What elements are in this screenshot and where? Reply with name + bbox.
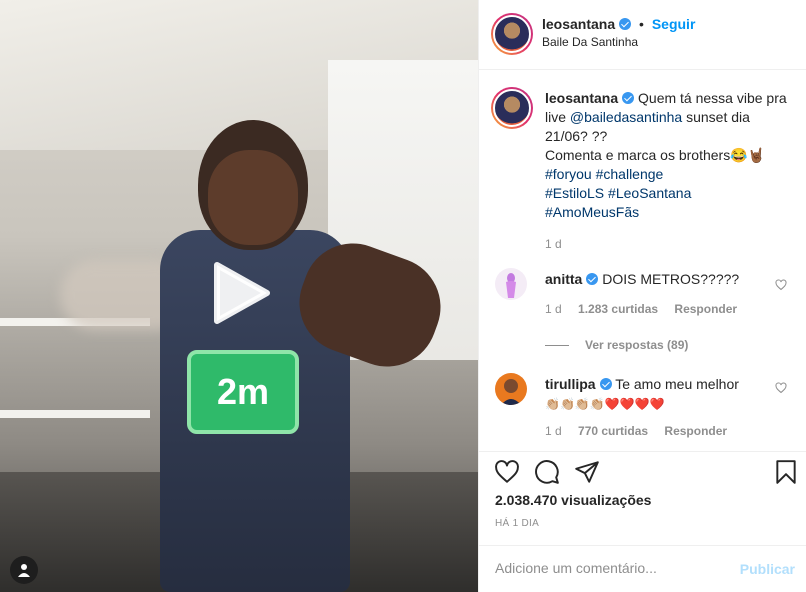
publish-button[interactable]: Publicar [740,561,795,577]
reply-button[interactable]: Responder [664,424,727,438]
verified-icon [619,18,632,30]
caption-time[interactable]: 1 d [545,235,795,254]
caption-username[interactable]: leosantana [545,90,618,106]
verified-icon [622,92,635,104]
comment-input[interactable] [495,560,725,576]
post-time[interactable]: HÁ 1 DIA [495,518,539,529]
avatar[interactable] [495,373,527,405]
post-header: leosantana • Seguir Baile Da Santinha [479,0,806,70]
caption-line: Comenta e marca os brothers😂🤘🏾 [545,147,766,163]
comment-time[interactable]: 1 d [545,302,562,316]
comment-meta: 1 d 770 curtidas Responder [545,424,727,438]
avatar[interactable] [495,268,527,300]
follow-button[interactable]: Seguir [652,16,696,32]
comment: tirullipa Te amo meu melhor 👏🏼👏🏼👏🏼👏🏼❤️❤️… [545,375,775,414]
video-sticker-text: 2m [216,371,270,412]
post-actions: 2.038.470 visualizações HÁ 1 DIA Publica… [479,451,806,592]
comment-icon[interactable] [534,459,560,485]
send-icon[interactable] [574,459,600,485]
bookmark-icon[interactable] [773,459,799,485]
header-username[interactable]: leosantana [542,16,615,32]
add-comment-bar: Publicar [479,545,806,592]
comment-text: DOIS METROS????? [602,271,740,287]
comment-meta: 1 d 1.283 curtidas Responder [545,302,737,316]
video-sticker-badge: 2m [187,350,299,434]
comment-likes[interactable]: 770 curtidas [578,424,648,438]
video-player[interactable]: 2m [0,0,478,592]
avatar[interactable] [491,87,533,129]
comment-text: Te amo meu melhor [615,376,739,392]
heart-icon[interactable] [775,279,787,291]
verified-icon [599,378,612,390]
comment: anitta DOIS METROS????? [545,271,775,287]
header-separator: • [639,16,644,32]
comment-text: 👏🏼👏🏼👏🏼👏🏼❤️❤️❤️❤️ [545,397,665,411]
heart-icon[interactable] [775,382,787,394]
post-panel: leosantana • Seguir Baile Da Santinha le… [478,0,806,592]
comment-likes[interactable]: 1.283 curtidas [578,302,658,316]
verified-icon [586,273,599,285]
avatar[interactable] [491,13,533,55]
comment-username[interactable]: tirullipa [545,376,596,392]
hashtag-link[interactable]: #EstiloLS [545,185,604,201]
view-count[interactable]: 2.038.470 visualizações [495,492,651,508]
reply-button[interactable]: Responder [674,302,737,316]
person-icon[interactable] [10,556,38,584]
comment-username[interactable]: anitta [545,271,582,287]
caption: leosantana Quem tá nessa vibe pra live @… [545,89,795,254]
hashtag-link[interactable]: #foryou [545,166,592,182]
hashtag-link[interactable]: #challenge [596,166,664,182]
replies-divider [545,344,569,346]
mention-link[interactable]: @bailedasantinha [570,109,682,125]
view-replies[interactable]: Ver respostas (89) [545,336,688,352]
hashtag-link[interactable]: #AmoMeusFãs [545,204,639,220]
play-icon[interactable] [209,262,271,324]
heart-icon[interactable] [494,459,520,485]
hashtag-link[interactable]: #LeoSantana [608,185,691,201]
location-link[interactable]: Baile Da Santinha [542,35,638,49]
view-replies-label[interactable]: Ver respostas (89) [585,338,688,352]
comment-time[interactable]: 1 d [545,424,562,438]
comments-section[interactable]: leosantana Quem tá nessa vibe pra live @… [479,71,806,451]
